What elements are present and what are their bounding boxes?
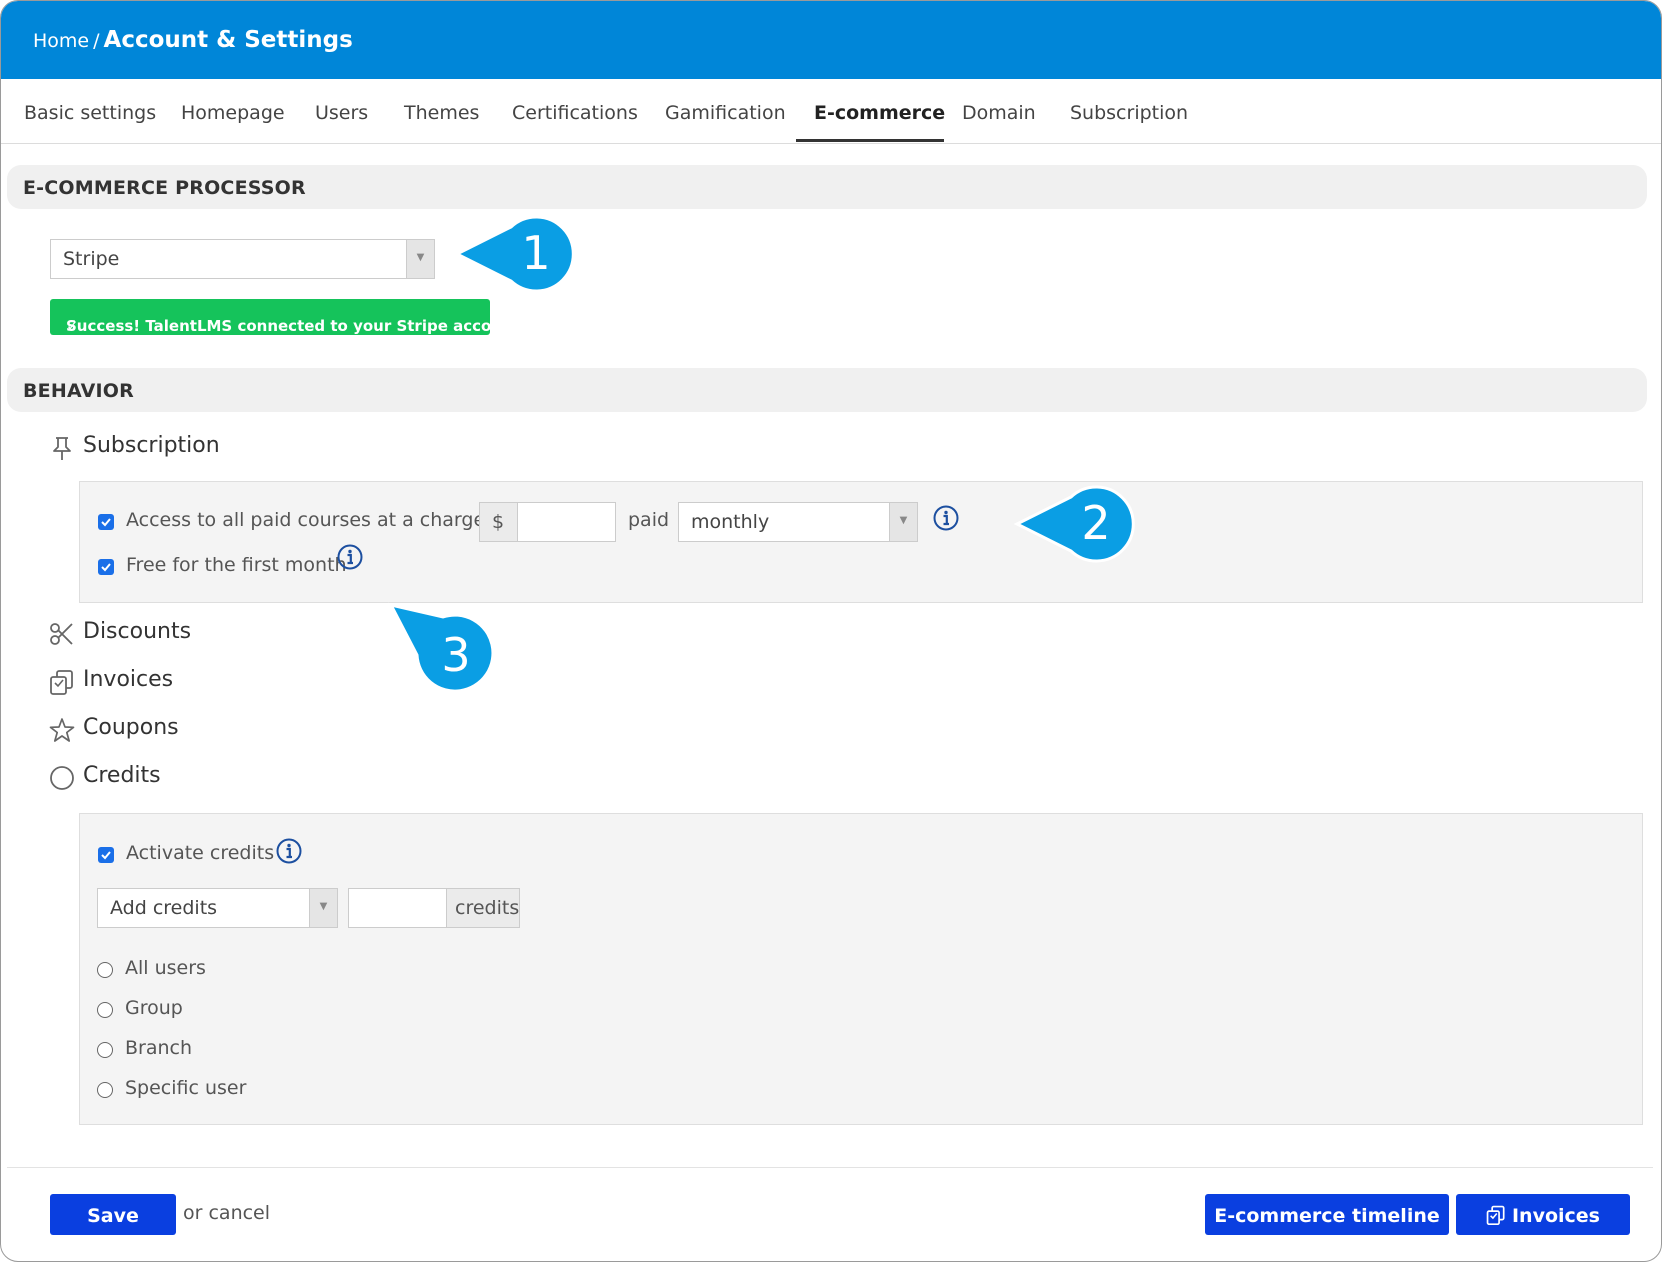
info-icon[interactable] xyxy=(337,544,363,570)
tab-certifications[interactable]: Certifications xyxy=(512,79,638,141)
invoice-icon xyxy=(1486,1205,1505,1226)
tab-basic-settings[interactable]: Basic settings xyxy=(24,79,156,141)
free-month-checkbox[interactable] xyxy=(98,559,114,575)
app-window: Home / Account & Settings Basic settings H… xyxy=(0,0,1662,1262)
save-button-label: Save xyxy=(87,1205,139,1227)
chevron-down-icon: ▼ xyxy=(309,889,337,927)
tab-gamification[interactable]: Gamification xyxy=(665,79,786,141)
radio-all-users-label: All users xyxy=(125,957,206,979)
discounts-label: Discounts xyxy=(83,619,192,644)
e-commerce-timeline-button[interactable]: E-commerce timeline xyxy=(1205,1194,1449,1235)
callout-2: 2 xyxy=(1013,485,1135,563)
currency-symbol: $ xyxy=(492,511,505,533)
cancel-link[interactable]: or cancel xyxy=(183,1202,270,1224)
circle-icon xyxy=(50,766,74,790)
pin-icon xyxy=(53,437,71,460)
page-title: Account & Settings xyxy=(103,27,353,53)
charge-amount-input[interactable] xyxy=(517,502,616,542)
period-select-value: monthly xyxy=(691,511,770,533)
subscription-panel: Access to all paid courses at a charge o… xyxy=(79,481,1643,603)
subscription-label: Subscription xyxy=(83,433,220,458)
callout-number: 3 xyxy=(441,628,470,682)
tab-domain[interactable]: Domain xyxy=(962,79,1036,141)
radio-all-users[interactable] xyxy=(97,962,113,978)
callout-1: 1 xyxy=(453,215,575,293)
settings-tabs: Basic settings Homepage Users Themes Cer… xyxy=(1,79,1661,144)
radio-branch[interactable] xyxy=(97,1042,113,1058)
section-processor-heading: E-COMMERCE PROCESSOR xyxy=(7,165,1647,209)
scissors-icon xyxy=(50,623,73,645)
credits-panel: Activate credits Add credits ▼ credits A… xyxy=(79,813,1643,1125)
breadcrumb-separator: / xyxy=(93,30,100,52)
chevron-down-icon: ▼ xyxy=(406,240,434,278)
credits-action-select[interactable]: Add credits ▼ xyxy=(97,888,338,928)
credits-unit-label: credits xyxy=(455,897,520,919)
section-title: E-COMMERCE PROCESSOR xyxy=(23,177,306,199)
section-behavior-heading: BEHAVIOR xyxy=(7,368,1647,412)
invoices-label: Invoices xyxy=(83,667,174,692)
breadcrumb: Home / Account & Settings xyxy=(33,27,353,53)
invoices-button-content: Invoices xyxy=(1456,1205,1630,1227)
period-select[interactable]: monthly ▼ xyxy=(678,502,918,542)
radio-specific-user-label: Specific user xyxy=(125,1077,247,1099)
star-icon xyxy=(49,718,75,742)
invoices-button-label: Invoices xyxy=(1511,1205,1600,1227)
credits-amount-input[interactable] xyxy=(348,888,447,928)
tab-users[interactable]: Users xyxy=(315,79,368,141)
access-label: Access to all paid courses at a charge o… xyxy=(126,509,510,531)
paid-label: paid xyxy=(628,509,670,531)
coupons-label: Coupons xyxy=(83,715,179,740)
invoices-button[interactable]: Invoices xyxy=(1456,1194,1630,1235)
section-title: BEHAVIOR xyxy=(23,380,134,402)
activate-credits-label: Activate credits xyxy=(126,842,275,864)
callout-number: 2 xyxy=(1081,496,1110,550)
invoice-icon xyxy=(50,670,73,695)
chevron-down-icon: ▼ xyxy=(889,503,917,541)
credits-unit-addon: credits xyxy=(446,888,520,928)
success-message: ✓ Success! TalentLMS connected to your S… xyxy=(50,299,526,335)
tab-e-commerce[interactable]: E-commerce xyxy=(814,79,945,141)
success-text: Success! TalentLMS connected to your Str… xyxy=(66,317,526,335)
breadcrumb-home[interactable]: Home xyxy=(33,30,89,52)
callout-number: 1 xyxy=(521,226,550,280)
active-tab-indicator xyxy=(796,139,944,142)
credits-action-value: Add credits xyxy=(110,897,218,919)
credits-label: Credits xyxy=(83,763,161,788)
access-checkbox[interactable] xyxy=(98,514,114,530)
radio-group-label: Group xyxy=(125,997,183,1019)
footer-divider xyxy=(7,1167,1653,1168)
processor-select-value: Stripe xyxy=(63,248,120,270)
tab-subscription[interactable]: Subscription xyxy=(1070,79,1188,141)
timeline-button-label: E-commerce timeline xyxy=(1214,1205,1440,1227)
processor-select[interactable]: Stripe ▼ xyxy=(50,239,435,279)
currency-addon: $ xyxy=(479,502,518,542)
callout-3: 3 xyxy=(388,602,495,693)
free-month-label: Free for the first month xyxy=(126,554,347,576)
radio-specific-user[interactable] xyxy=(97,1082,113,1098)
save-button[interactable]: Save xyxy=(50,1194,176,1235)
radio-branch-label: Branch xyxy=(125,1037,193,1059)
tab-themes[interactable]: Themes xyxy=(404,79,479,141)
activate-credits-checkbox[interactable] xyxy=(98,847,114,863)
radio-group[interactable] xyxy=(97,1002,113,1018)
info-icon[interactable] xyxy=(276,838,302,864)
top-bar: Home / Account & Settings xyxy=(1,1,1661,79)
info-icon[interactable] xyxy=(933,505,959,531)
tab-homepage[interactable]: Homepage xyxy=(181,79,285,141)
